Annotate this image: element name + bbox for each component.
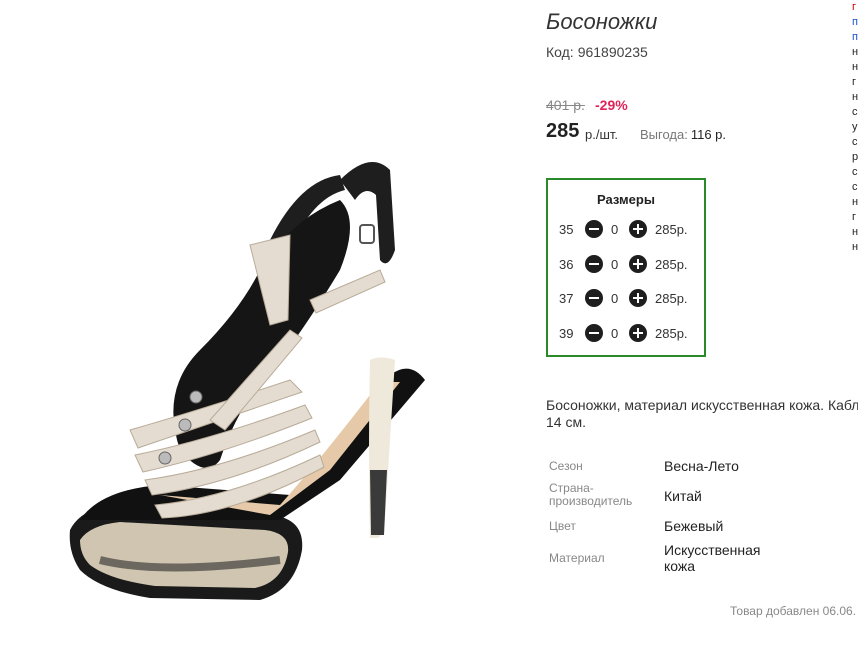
attribute-name: Цвет	[549, 519, 576, 533]
decrease-quantity-button[interactable]	[585, 220, 603, 238]
quantity-value: 0	[611, 326, 619, 341]
decrease-quantity-button[interactable]	[585, 324, 603, 342]
decrease-quantity-button[interactable]	[585, 289, 603, 307]
attribute-name: Страна- производитель	[549, 481, 633, 508]
edge-fragment: с	[852, 166, 858, 178]
attribute-value: Бежевый	[664, 518, 724, 534]
attribute-value: Весна-Лето	[664, 458, 739, 474]
attribute-name: Материал	[549, 551, 605, 565]
current-price: 285	[546, 120, 580, 142]
added-date: Товар добавлен 06.06.	[730, 604, 857, 618]
size-label: 36	[559, 257, 574, 272]
price-unit: р./шт.	[585, 127, 619, 142]
increase-quantity-button[interactable]	[629, 255, 647, 273]
sidebar-edge-text: г п п н н г н с у с р с с н г н н	[852, 0, 858, 255]
attribute-value: Искусственная кожа	[664, 542, 761, 574]
edge-fragment[interactable]: п	[852, 15, 858, 30]
size-row: 36 0 285р.	[548, 255, 704, 275]
discount-badge: -29%	[595, 97, 628, 113]
quantity-value: 0	[611, 222, 619, 237]
decrease-quantity-button[interactable]	[585, 255, 603, 273]
size-price: 285р.	[655, 257, 688, 272]
increase-quantity-button[interactable]	[629, 324, 647, 342]
attribute-value: Китай	[664, 488, 702, 504]
edge-fragment: г	[852, 76, 857, 88]
edge-fragment: у	[852, 121, 858, 133]
edge-fragment: с	[852, 181, 858, 193]
edge-fragment: с	[852, 136, 858, 148]
product-code-label: Код:	[546, 44, 574, 60]
increase-quantity-button[interactable]	[629, 289, 647, 307]
benefit: Выгода: 116 р.	[640, 127, 726, 142]
product-title: Босоножки	[546, 9, 658, 34]
edge-fragment: н	[852, 61, 858, 73]
increase-quantity-button[interactable]	[629, 220, 647, 238]
benefit-value: 116 р.	[690, 127, 727, 142]
edge-fragment: г	[852, 1, 857, 13]
quantity-value: 0	[611, 257, 619, 272]
sandal-image	[69, 162, 425, 600]
size-row: 37 0 285р.	[548, 289, 704, 309]
product-code: Код: 961890235	[546, 44, 648, 60]
size-label: 39	[559, 326, 574, 341]
edge-fragment: н	[852, 91, 858, 103]
benefit-label: Выгода:	[640, 127, 688, 142]
sizes-panel: Размеры 35 0 285р. 36 0 285р. 37 0 285р.…	[546, 178, 706, 357]
edge-fragment: н	[852, 226, 858, 238]
edge-fragment[interactable]: п	[852, 30, 858, 45]
sizes-title: Размеры	[597, 192, 655, 207]
edge-fragment: с	[852, 106, 858, 118]
size-price: 285р.	[655, 326, 688, 341]
product-code-value: 961890235	[577, 44, 648, 60]
size-price: 285р.	[655, 222, 688, 237]
edge-fragment: р	[852, 151, 858, 163]
size-label: 35	[559, 222, 574, 237]
size-label: 37	[559, 291, 574, 306]
product-image[interactable]	[40, 120, 470, 620]
product-description: Босоножки, материал искусственная кожа. …	[546, 397, 858, 430]
attribute-name: Сезон	[549, 459, 583, 473]
edge-fragment: н	[852, 241, 858, 253]
size-row: 35 0 285р.	[548, 220, 704, 240]
size-row: 39 0 285р.	[548, 324, 704, 344]
size-price: 285р.	[655, 291, 688, 306]
edge-fragment: г	[852, 211, 857, 223]
old-price: 401 р.	[546, 97, 585, 113]
edge-fragment: н	[852, 196, 858, 208]
edge-fragment: н	[852, 46, 858, 58]
quantity-value: 0	[611, 291, 619, 306]
